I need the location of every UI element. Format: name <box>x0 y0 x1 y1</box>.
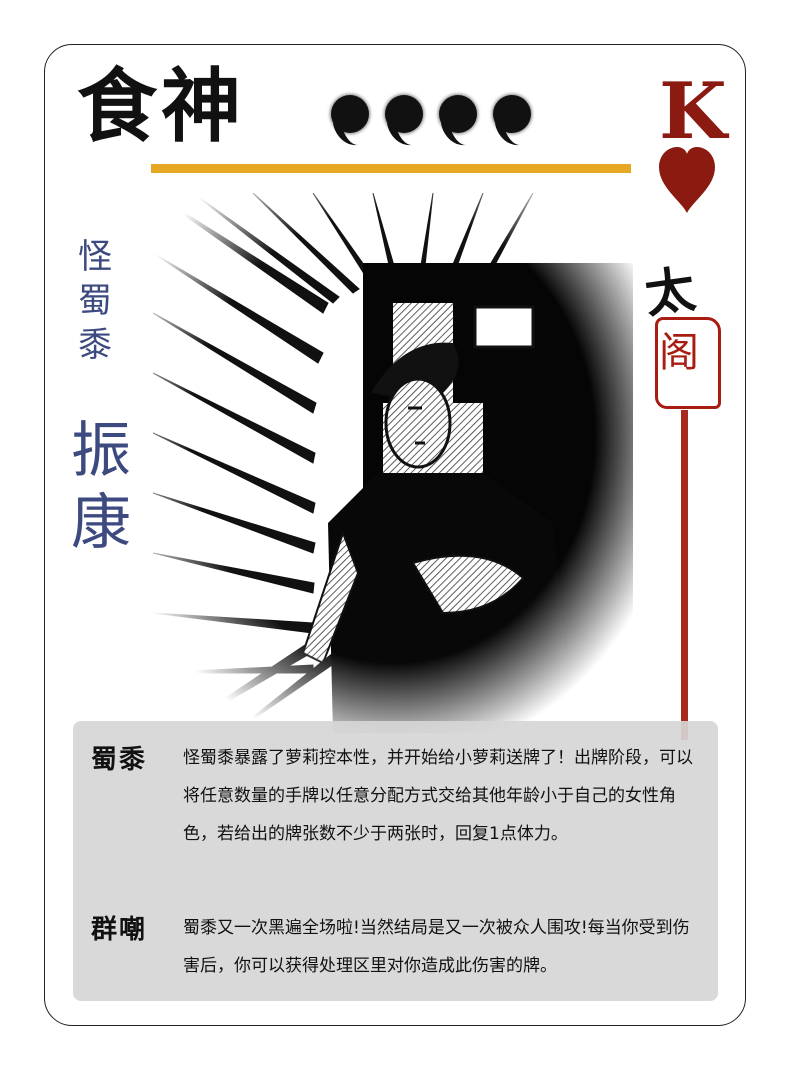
character-name: 振 康 <box>69 415 133 559</box>
subtitle-char: 黍 <box>78 325 112 365</box>
faction-char: 太 <box>641 258 699 325</box>
subtitle-char: 怪 <box>78 237 112 277</box>
skill-block: 蜀黍 怪蜀黍暴露了萝莉控本性，并开始给小萝莉送牌了！出牌阶段，可以将任意数量的手… <box>91 739 693 853</box>
hp-indicator <box>329 95 531 149</box>
character-portrait <box>153 193 633 733</box>
name-char: 振 <box>71 416 131 486</box>
skill-name: 蜀黍 <box>91 745 148 775</box>
game-card[interactable]: 食神 K 太 阁 怪 蜀 黍 振 康 蜀黍 怪蜀黍暴露了萝莉控本性，并开始给小萝… <box>44 44 746 1026</box>
faction-seal-char: 阁 <box>659 330 699 376</box>
skill-name: 群嘲 <box>91 915 148 945</box>
hp-drop-icon <box>383 95 423 149</box>
skill-description: 怪蜀黍暴露了萝莉控本性，并开始给小萝莉送牌了！出牌阶段，可以将任意数量的手牌以任… <box>183 748 693 844</box>
subtitle-char: 蜀 <box>78 281 112 321</box>
hp-drop-icon <box>437 95 477 149</box>
title-underline <box>151 164 631 173</box>
skill-panel: 蜀黍 怪蜀黍暴露了萝莉控本性，并开始给小萝莉送牌了！出牌阶段，可以将任意数量的手… <box>73 721 718 1001</box>
card-title: 食神 <box>77 60 245 153</box>
skill-block: 群嘲 蜀黍又一次黑遍全场啦!当然结局是又一次被众人围攻!每当你受到伤害后，你可以… <box>91 909 693 985</box>
heart-suit-icon <box>659 147 715 213</box>
hp-drop-icon <box>329 95 369 149</box>
faction-mark: 太 阁 <box>641 258 721 409</box>
character-subtitle: 怪 蜀 黍 <box>75 235 115 367</box>
hp-drop-icon <box>491 95 531 149</box>
skill-description: 蜀黍又一次黑遍全场啦!当然结局是又一次被众人围攻!每当你受到伤害后，你可以获得处… <box>183 918 690 976</box>
card-rank: K <box>659 66 727 157</box>
side-red-line <box>681 410 688 740</box>
name-char: 康 <box>71 488 131 558</box>
